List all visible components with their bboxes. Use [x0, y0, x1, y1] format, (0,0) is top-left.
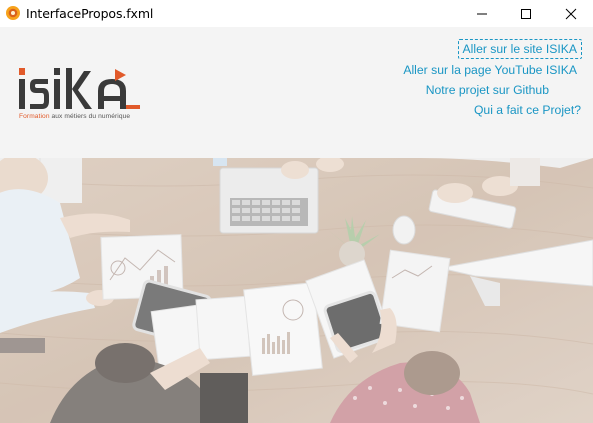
links-panel: Aller sur le site ISIKA Aller sur la pag… — [313, 27, 593, 158]
link-isika-youtube[interactable]: Aller sur la page YouTube ISIKA — [403, 63, 577, 77]
link-github-project[interactable]: Notre projet sur Github — [426, 83, 549, 97]
team-desk-illustration — [0, 158, 593, 423]
link-project-authors[interactable]: Qui a fait ce Projet? — [474, 103, 581, 117]
app-icon — [6, 6, 20, 20]
header-panel: Formation aux métiers du numérique Aller… — [0, 27, 593, 158]
team-desk-photo — [0, 158, 593, 423]
minimize-icon — [477, 13, 487, 14]
tagline-accent: Formation — [19, 113, 50, 120]
maximize-button[interactable] — [503, 0, 549, 27]
link-isika-site[interactable]: Aller sur le site ISIKA — [457, 39, 582, 59]
isika-logo-mark — [19, 68, 140, 109]
close-button[interactable] — [548, 0, 593, 27]
close-icon — [565, 8, 577, 19]
window-title: InterfacePropos.fxml — [26, 6, 154, 21]
minimize-button[interactable] — [459, 0, 505, 27]
window-titlebar[interactable]: InterfacePropos.fxml — [0, 0, 593, 27]
maximize-icon — [521, 8, 531, 19]
logo-tagline: Formation aux métiers du numérique — [19, 113, 130, 120]
tagline-rest: aux métiers du numérique — [49, 113, 131, 120]
